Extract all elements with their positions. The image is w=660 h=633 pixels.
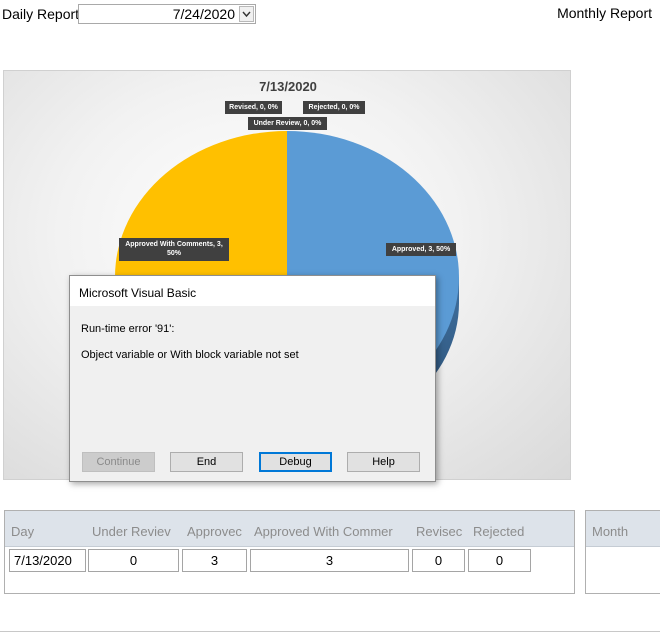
monthly-table: Month xyxy=(585,510,660,594)
column-header-day: Day xyxy=(11,524,35,539)
end-button[interactable]: End xyxy=(170,452,243,472)
dialog-error-code: Run-time error '91': xyxy=(81,323,175,335)
cell-approved[interactable]: 3 xyxy=(182,549,247,572)
column-header-approved-with-comments: Approved With Commer xyxy=(254,524,393,539)
date-combo-value: 7/24/2020 xyxy=(172,6,235,22)
data-label-approved: Approved, 3, 50% xyxy=(386,243,456,256)
date-combo-box[interactable]: 7/24/2020 xyxy=(78,4,256,24)
debug-button[interactable]: Debug xyxy=(259,452,332,472)
divider xyxy=(0,631,660,632)
column-header-month: Month xyxy=(592,524,629,539)
cell-revised[interactable]: 0 xyxy=(412,549,465,572)
dialog-title: Microsoft Visual Basic xyxy=(79,286,197,300)
data-label-rejected: Rejected, 0, 0% xyxy=(303,101,365,114)
cell-approved-with-comments[interactable]: 3 xyxy=(250,549,409,572)
cell-day[interactable]: 7/13/2020 xyxy=(9,549,86,572)
vba-error-dialog: Microsoft Visual Basic Run-time error '9… xyxy=(69,275,436,482)
data-label-approved-with-comments: Approved With Comments, 3, 50% xyxy=(119,238,229,261)
data-label-under-review: Under Review, 0, 0% xyxy=(248,117,327,130)
cell-rejected[interactable]: 0 xyxy=(468,549,531,572)
help-button[interactable]: Help xyxy=(347,452,420,472)
cell-under-review[interactable]: 0 xyxy=(88,549,179,572)
daily-table: Day Under Reviev Approvec Approved With … xyxy=(4,510,575,594)
column-header-revised: Revisec xyxy=(416,524,463,539)
dialog-error-message: Object variable or With block variable n… xyxy=(81,349,299,361)
daily-report-label: Daily Report xyxy=(2,6,80,22)
monthly-report-label[interactable]: Monthly Report xyxy=(557,5,652,21)
column-header-rejected: Rejected xyxy=(473,524,525,539)
chevron-down-icon[interactable] xyxy=(239,6,254,22)
continue-button: Continue xyxy=(82,452,155,472)
column-header-approved: Approvec xyxy=(187,524,242,539)
data-label-revised: Revised, 0, 0% xyxy=(225,101,282,114)
column-header-under-review: Under Reviev xyxy=(92,524,171,539)
